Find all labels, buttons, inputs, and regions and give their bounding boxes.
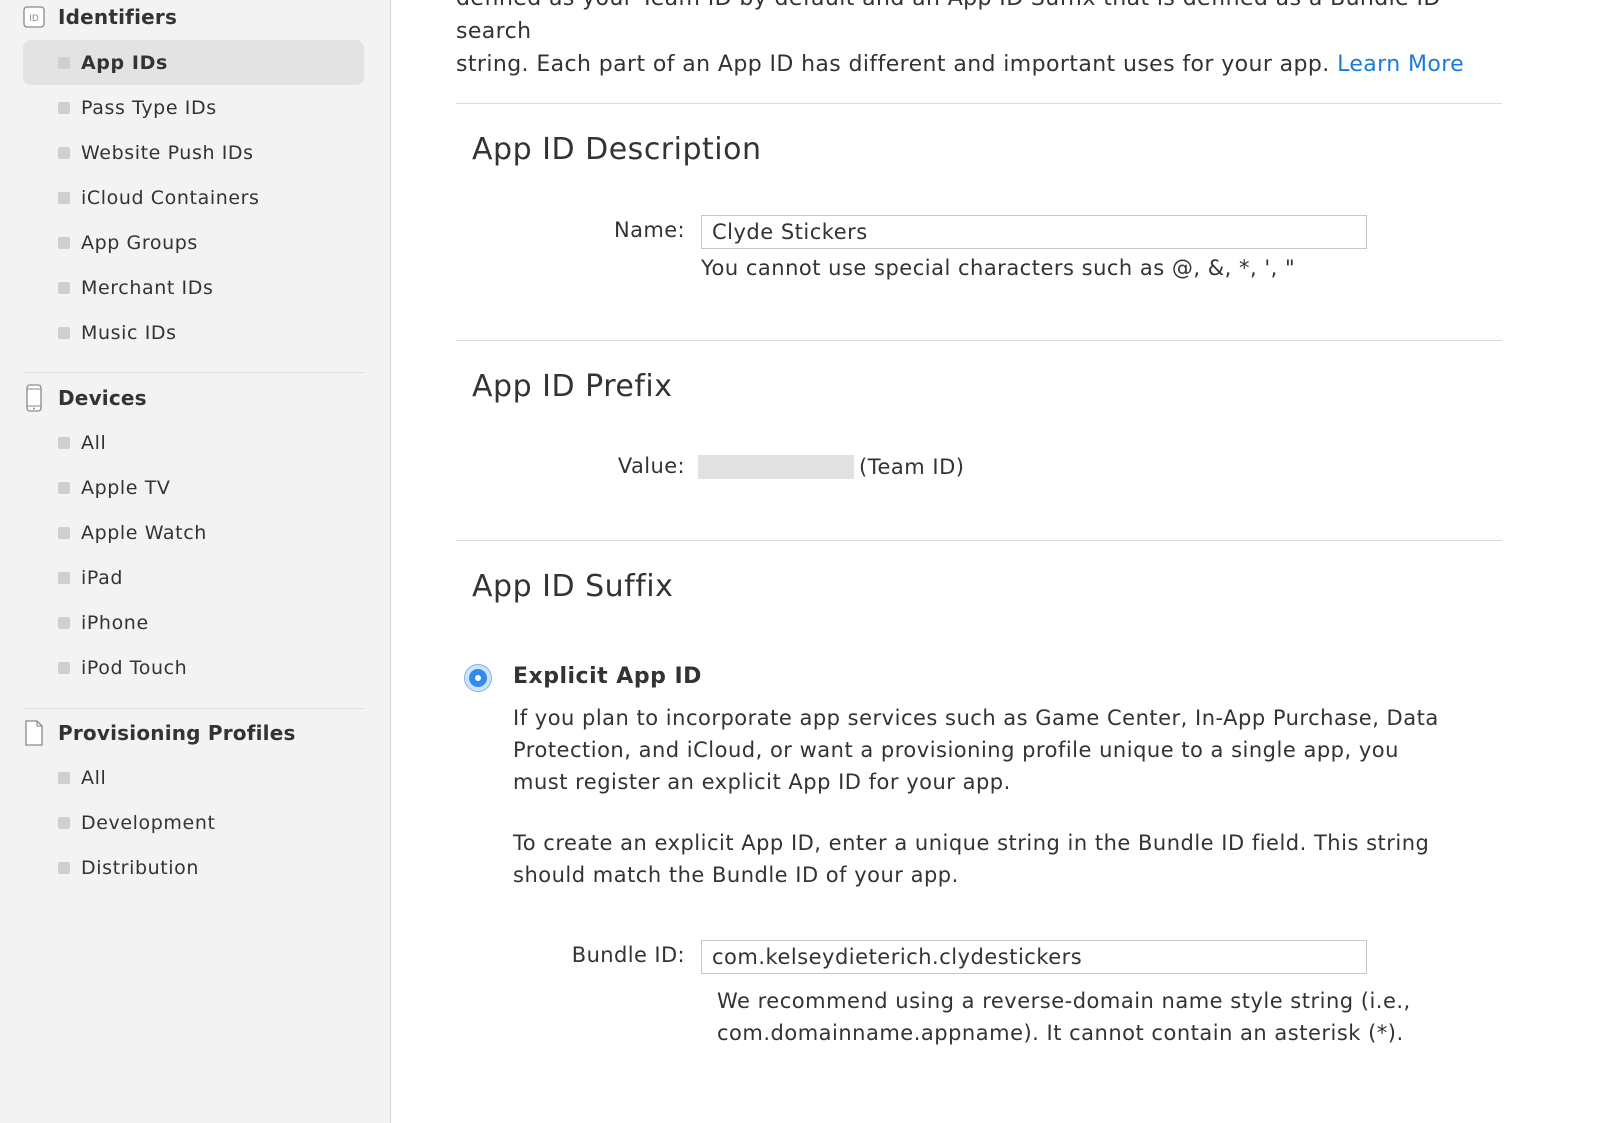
sidebar-item-label: Distribution xyxy=(81,856,200,879)
sidebar-divider xyxy=(23,708,364,709)
explicit-app-id-radio[interactable] xyxy=(464,664,492,692)
identifiers-title: Identifiers xyxy=(58,5,178,29)
section-divider xyxy=(456,103,1502,104)
bundle-id-field[interactable] xyxy=(701,940,1367,974)
sidebar-item-label: iPad xyxy=(81,566,123,589)
bullet-icon xyxy=(58,526,70,539)
devices-title: Devices xyxy=(58,386,147,410)
explicit-app-id-instructions: To create an explicit App ID, enter a un… xyxy=(513,831,1430,887)
name-hint: You cannot use special characters such a… xyxy=(701,256,1296,280)
sidebar-item-ipod-touch[interactable]: iPod Touch xyxy=(23,645,364,690)
main-content: defined as your Team ID by default and a… xyxy=(392,0,1600,1123)
bullet-icon xyxy=(58,146,70,159)
sidebar-item-label: Music IDs xyxy=(81,321,177,344)
device-phone-icon xyxy=(22,384,46,412)
bullet-icon xyxy=(58,326,70,339)
intro-text: defined as your Team ID by default and a… xyxy=(456,0,1506,81)
learn-more-link[interactable]: Learn More xyxy=(1337,52,1464,77)
sidebar-item-label: Website Push IDs xyxy=(81,141,254,164)
bullet-icon xyxy=(58,616,70,629)
team-id-redacted xyxy=(698,455,854,479)
sidebar-item-apple-tv[interactable]: Apple TV xyxy=(23,465,364,510)
bullet-icon xyxy=(58,56,70,69)
sidebar-item-label: All xyxy=(81,431,107,454)
sidebar-divider xyxy=(23,372,364,373)
sidebar-item-label: iPod Touch xyxy=(81,656,188,679)
bullet-icon xyxy=(58,771,70,784)
profiles-section-header: Provisioning Profiles xyxy=(22,718,296,748)
sidebar-item-label: All xyxy=(81,766,107,789)
app-id-description-heading: App ID Description xyxy=(472,132,762,167)
value-label: Value: xyxy=(617,454,685,478)
section-divider xyxy=(456,340,1502,341)
sidebar-item-iphone[interactable]: iPhone xyxy=(23,600,364,645)
sidebar-item-label: Development xyxy=(81,811,216,834)
id-card-icon: ID xyxy=(22,5,46,29)
bullet-icon xyxy=(58,816,70,829)
sidebar-item-devices-all[interactable]: All xyxy=(23,420,364,465)
app-id-prefix-heading: App ID Prefix xyxy=(472,369,673,404)
sidebar-item-ipad[interactable]: iPad xyxy=(23,555,364,600)
id-card-icon-text: ID xyxy=(29,14,39,24)
sidebar-item-website-push-ids[interactable]: Website Push IDs xyxy=(23,130,364,175)
intro-line-2: string. Each part of an App ID has diffe… xyxy=(456,48,1506,81)
bullet-icon xyxy=(58,571,70,584)
sidebar: ID Identifiers App IDs Pass Type IDs Web… xyxy=(0,0,391,1123)
bullet-icon xyxy=(58,191,70,204)
name-field[interactable] xyxy=(701,215,1367,249)
sidebar-item-label: iPhone xyxy=(81,611,149,634)
bullet-icon xyxy=(58,861,70,874)
app-id-suffix-heading: App ID Suffix xyxy=(472,569,674,604)
bundle-id-label: Bundle ID: xyxy=(571,943,685,967)
bullet-icon xyxy=(58,281,70,294)
sidebar-item-apple-watch[interactable]: Apple Watch xyxy=(23,510,364,555)
explicit-app-id-description: If you plan to incorporate app services … xyxy=(513,706,1439,794)
sidebar-item-label: iCloud Containers xyxy=(81,186,260,209)
profiles-title: Provisioning Profiles xyxy=(58,721,296,745)
intro-line-1: defined as your Team ID by default and a… xyxy=(456,0,1440,44)
team-id-suffix: (Team ID) xyxy=(859,455,965,479)
sidebar-item-app-ids[interactable]: App IDs xyxy=(23,40,364,85)
sidebar-item-label: Pass Type IDs xyxy=(81,96,217,119)
bullet-icon xyxy=(58,436,70,449)
sidebar-item-music-ids[interactable]: Music IDs xyxy=(23,310,364,355)
bullet-icon xyxy=(58,236,70,249)
bullet-icon xyxy=(58,481,70,494)
sidebar-item-merchant-ids[interactable]: Merchant IDs xyxy=(23,265,364,310)
sidebar-item-label: Apple TV xyxy=(81,476,171,499)
sidebar-item-label: Apple Watch xyxy=(81,521,207,544)
document-icon xyxy=(22,720,46,746)
sidebar-item-label: App Groups xyxy=(81,231,198,254)
radio-selected-dot xyxy=(469,669,487,687)
identifiers-section-header: ID Identifiers xyxy=(22,2,177,32)
sidebar-item-profiles-all[interactable]: All xyxy=(23,755,364,800)
sidebar-item-development[interactable]: Development xyxy=(23,800,364,845)
sidebar-item-label: App IDs xyxy=(81,51,168,74)
sidebar-item-app-groups[interactable]: App Groups xyxy=(23,220,364,265)
sidebar-item-label: Merchant IDs xyxy=(81,276,214,299)
bundle-id-hint: We recommend using a reverse-domain name… xyxy=(717,989,1411,1045)
sidebar-item-distribution[interactable]: Distribution xyxy=(23,845,364,890)
bullet-icon xyxy=(58,101,70,114)
explicit-app-id-title: Explicit App ID xyxy=(513,664,702,689)
intro-line-2-text: string. Each part of an App ID has diffe… xyxy=(456,52,1330,77)
devices-section-header: Devices xyxy=(22,383,147,413)
name-label: Name: xyxy=(613,218,685,242)
section-divider xyxy=(456,540,1502,541)
sidebar-item-icloud-containers[interactable]: iCloud Containers xyxy=(23,175,364,220)
sidebar-item-pass-type-ids[interactable]: Pass Type IDs xyxy=(23,85,364,130)
bullet-icon xyxy=(58,661,70,674)
